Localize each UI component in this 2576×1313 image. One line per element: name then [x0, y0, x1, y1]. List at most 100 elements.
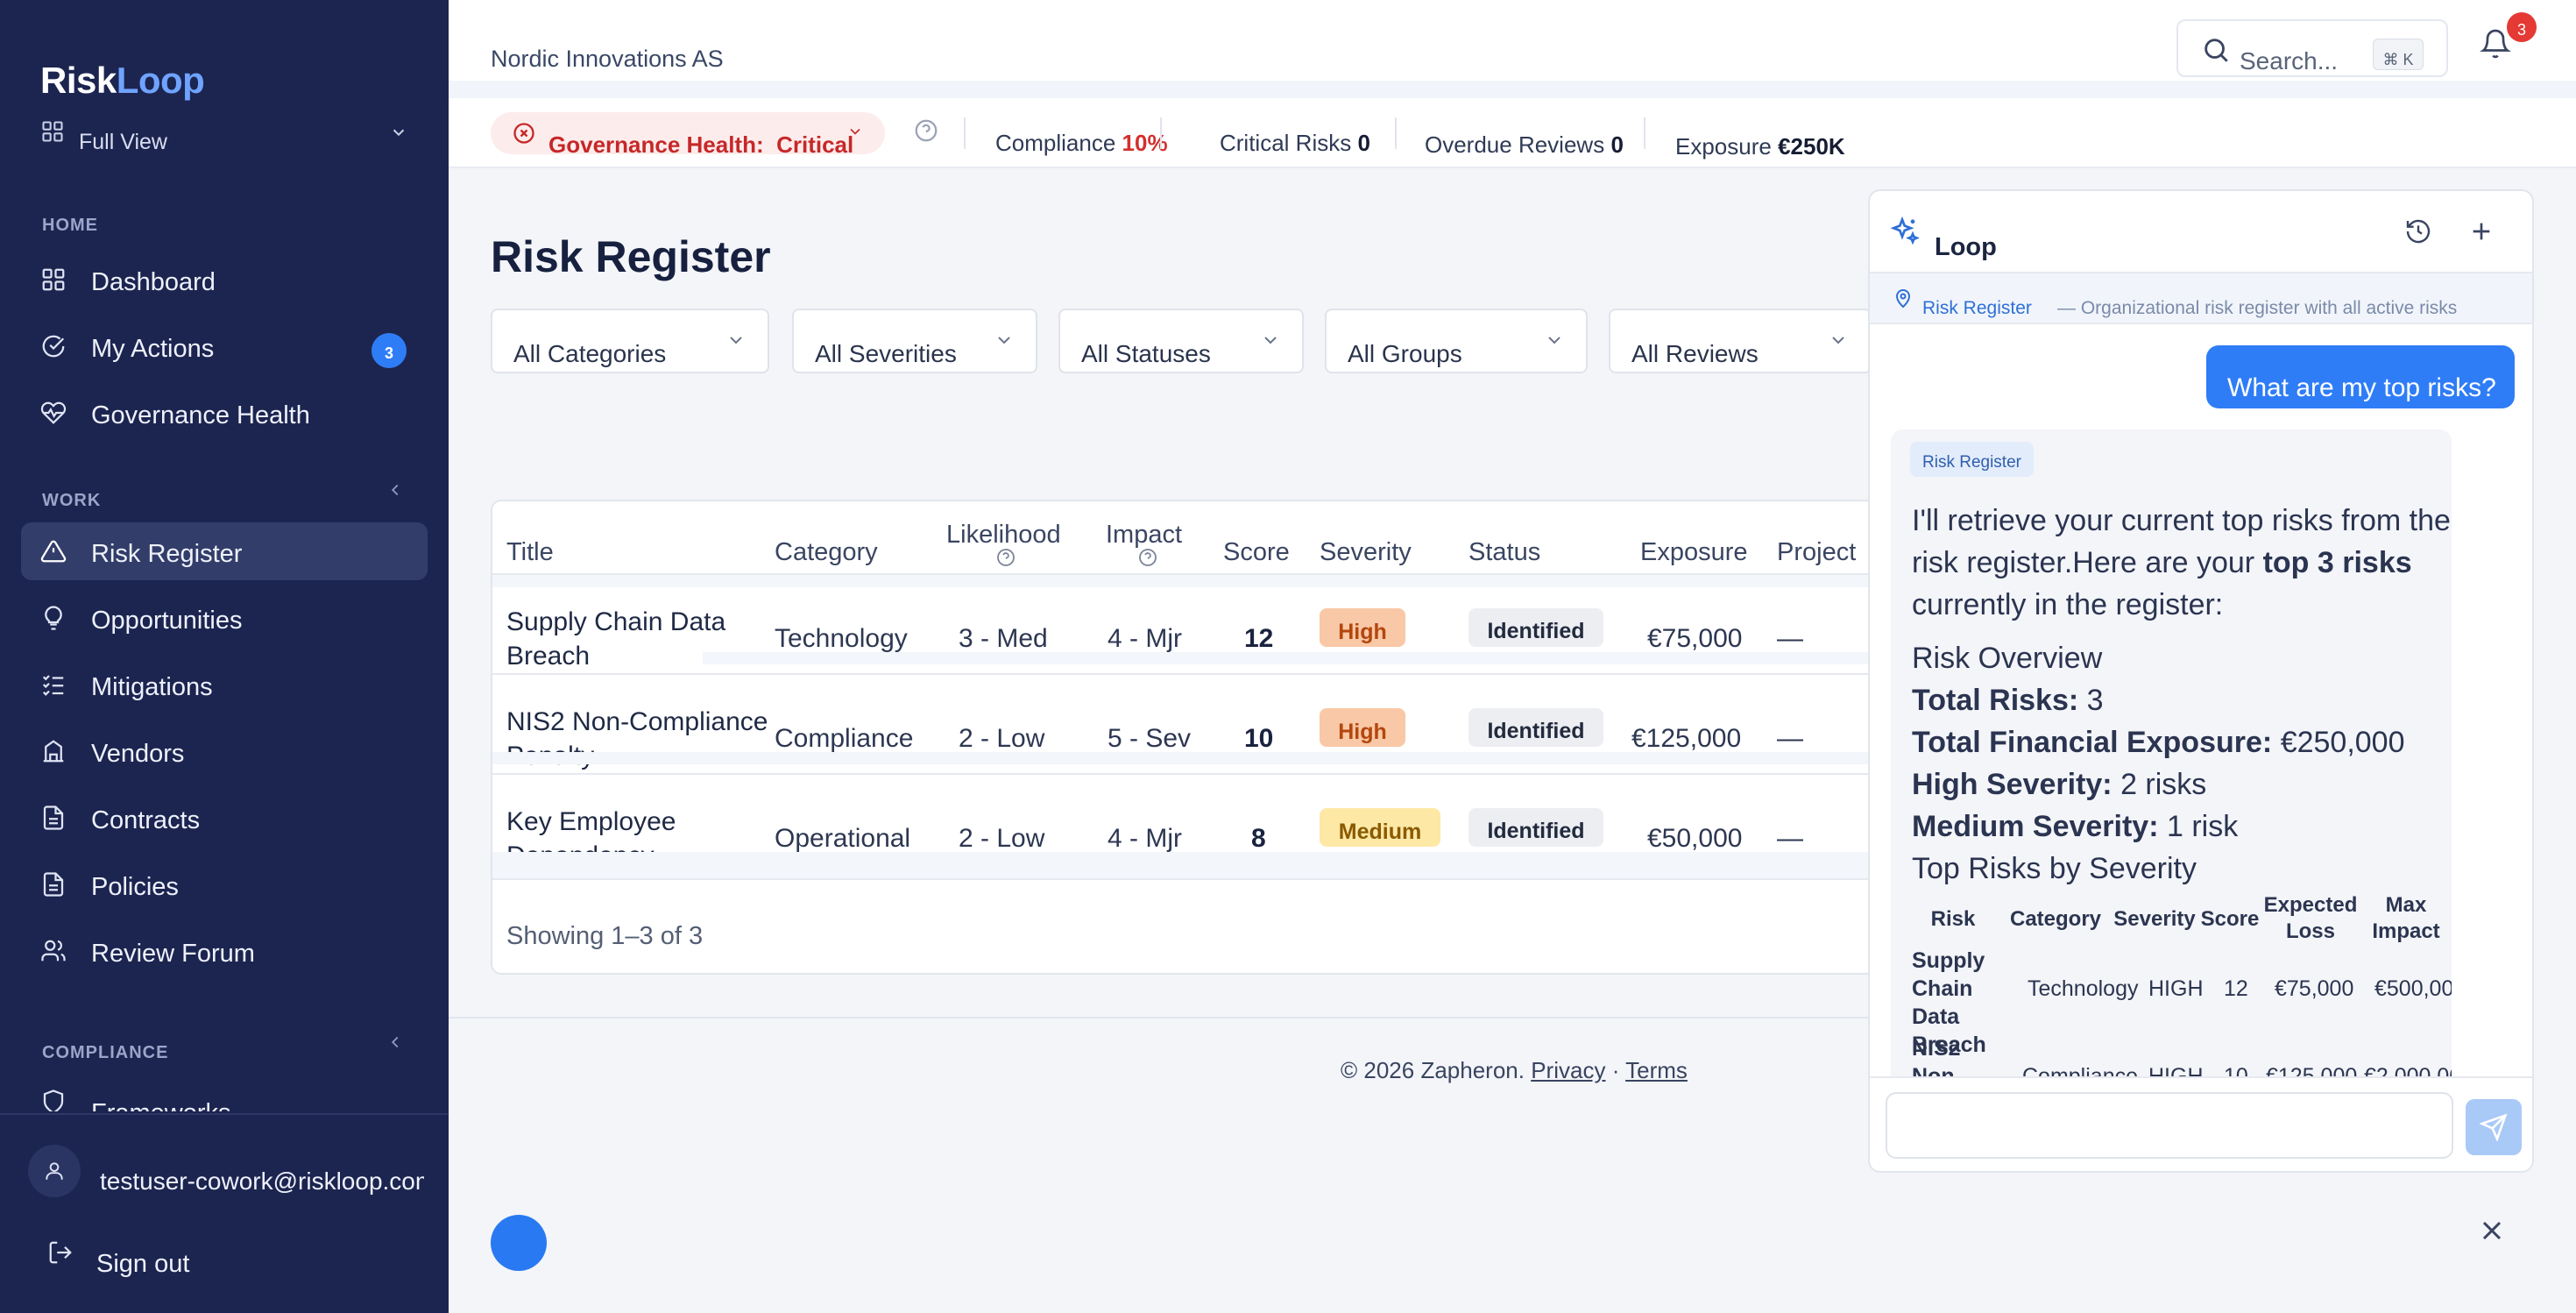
- history-icon[interactable]: [2404, 217, 2432, 245]
- severity-badge: High: [1320, 608, 1405, 647]
- stat-value: 3: [2086, 684, 2104, 717]
- sidebar-item-contracts[interactable]: Contracts: [21, 789, 428, 847]
- metric-critical-risks: Critical Risks 0: [1220, 130, 1370, 157]
- risk-impact: 5 - Sev: [1108, 724, 1192, 753]
- sidebar-item-label: Policies: [91, 873, 179, 901]
- user-profile[interactable]: testuser-cowork@riskloop.com: [28, 1145, 431, 1201]
- filter-label: All Severities: [815, 340, 957, 367]
- sidebar-item-vendors[interactable]: Vendors: [21, 722, 428, 780]
- sidebar-item-risk-register[interactable]: Risk Register: [21, 522, 428, 580]
- copyright: © 2026 Zapheron.: [1341, 1057, 1525, 1083]
- governance-status-bar: Governance Health: Critical Compliance 1…: [449, 98, 2576, 168]
- column-header-category[interactable]: Category: [775, 538, 878, 567]
- column-header-impact[interactable]: Impact: [1106, 521, 1182, 550]
- check-circle-icon: [40, 333, 67, 359]
- loop-assistant-button[interactable]: [491, 1215, 547, 1271]
- stat-label: Total Risks:: [1912, 684, 2079, 717]
- logo-risk: Risk: [40, 60, 117, 101]
- sidebar-item-label: Dashboard: [91, 268, 216, 296]
- risk-exposure: €50,000: [1647, 824, 1743, 853]
- sidebar-item-dashboard[interactable]: Dashboard: [21, 251, 428, 309]
- sidebar-item-label: Risk Register: [91, 540, 243, 568]
- sidebar-item-review-forum[interactable]: Review Forum: [21, 922, 428, 980]
- collapse-work-chevron-icon[interactable]: [386, 480, 405, 500]
- column-header-score[interactable]: Score: [1223, 538, 1290, 567]
- shield-icon: [40, 1089, 67, 1111]
- filter-reviews[interactable]: All Reviews: [1609, 309, 1872, 373]
- column-header-exposure[interactable]: Exposure: [1640, 538, 1748, 567]
- sidebar-item-mitigations[interactable]: Mitigations: [21, 656, 428, 713]
- app-logo[interactable]: RiskLoop: [40, 60, 205, 102]
- view-selector[interactable]: Full View: [40, 119, 408, 151]
- search-box[interactable]: Search... ⌘ K: [2176, 19, 2448, 77]
- filter-groups[interactable]: All Groups: [1325, 309, 1588, 373]
- user-message-text: What are my top risks?: [2227, 373, 2496, 402]
- help-circle-icon[interactable]: [995, 547, 1016, 568]
- organization-name[interactable]: Nordic Innovations AS: [491, 46, 724, 74]
- sidebar-item-label: Contracts: [91, 806, 201, 834]
- metric-value: €250K: [1778, 133, 1845, 160]
- view-selector-label: Full View: [79, 130, 167, 151]
- column-header-severity[interactable]: Severity: [1320, 538, 1412, 567]
- collapse-compliance-chevron-icon[interactable]: [386, 1033, 405, 1052]
- user-icon: [46, 1162, 63, 1180]
- risk-score: 10: [1244, 724, 1274, 753]
- overview-heading: Risk Overview: [1912, 642, 2103, 675]
- row-band: [492, 752, 1873, 764]
- sparkles-icon: [1889, 216, 1921, 247]
- close-icon[interactable]: [2476, 1215, 2508, 1246]
- metric-label: Compliance: [995, 130, 1116, 156]
- footer-separator: ·: [1611, 1057, 1620, 1083]
- chat-composer: [1870, 1076, 2532, 1171]
- column-header-title[interactable]: Title: [506, 538, 554, 567]
- column-header-likelihood[interactable]: Likelihood: [946, 521, 1061, 550]
- terms-link[interactable]: Terms: [1625, 1057, 1688, 1083]
- status-badge: Identified: [1468, 708, 1603, 747]
- metric-compliance: Compliance 10%: [995, 130, 1168, 157]
- footer-divider: [449, 1017, 1868, 1018]
- filter-severities[interactable]: All Severities: [792, 309, 1037, 373]
- governance-health-value: Critical: [776, 131, 854, 154]
- stat-total-exposure: Total Financial Exposure: €250,000: [1912, 726, 2405, 760]
- filter-categories[interactable]: All Categories: [491, 309, 769, 373]
- footer: © 2026 Zapheron. Privacy · Terms: [1341, 1057, 1688, 1084]
- chat-risk-score: 12: [2224, 976, 2248, 1001]
- column-header-status[interactable]: Status: [1468, 538, 1540, 567]
- chat-input[interactable]: [1886, 1092, 2453, 1159]
- chat-table-header: Risk: [1930, 907, 1976, 931]
- chat-context-bar: Risk Register — Organizational risk regi…: [1870, 272, 2532, 324]
- chevron-down-icon: [725, 330, 747, 351]
- chevron-down-icon: [1828, 330, 1849, 351]
- chat-risk-severity: HIGH: [2148, 976, 2204, 1001]
- risk-likelihood: 2 - Low: [959, 824, 1045, 853]
- send-icon: [2480, 1113, 2508, 1141]
- section-compliance: COMPLIANCE: [42, 1043, 169, 1062]
- notification-badge: 3: [2507, 12, 2537, 42]
- sidebar-item-frameworks[interactable]: Frameworks: [21, 1080, 428, 1111]
- bell-icon[interactable]: [2480, 28, 2511, 60]
- help-circle-icon[interactable]: [913, 117, 939, 144]
- sidebar-item-opportunities[interactable]: Opportunities: [21, 589, 428, 647]
- row-divider: [492, 773, 1873, 775]
- risk-exposure: €125,000: [1631, 724, 1742, 753]
- user-email: testuser-cowork@riskloop.com: [100, 1168, 424, 1195]
- filter-label: All Reviews: [1631, 340, 1759, 367]
- severity-badge: Medium: [1320, 808, 1440, 847]
- new-chat-plus-icon[interactable]: [2467, 217, 2495, 245]
- chat-table-header: Expected Loss: [2263, 893, 2358, 943]
- chevron-down-icon: [994, 330, 1015, 351]
- governance-health-pill[interactable]: Governance Health: Critical: [491, 112, 885, 154]
- send-button[interactable]: [2466, 1099, 2522, 1155]
- sidebar-item-governance-health[interactable]: Governance Health: [21, 384, 428, 442]
- signout-button[interactable]: Sign out: [47, 1236, 310, 1280]
- help-circle-icon[interactable]: [1137, 547, 1158, 568]
- filter-statuses[interactable]: All Statuses: [1058, 309, 1304, 373]
- chevron-down-icon: [1544, 330, 1565, 351]
- column-header-project[interactable]: Project: [1777, 538, 1856, 567]
- privacy-link[interactable]: Privacy: [1531, 1057, 1605, 1083]
- filter-label: All Groups: [1348, 340, 1462, 367]
- sidebar-item-my-actions[interactable]: My Actions 3: [21, 317, 428, 375]
- sidebar-item-label: Vendors: [91, 740, 185, 768]
- metric-value: 0: [1357, 130, 1370, 156]
- sidebar-item-policies[interactable]: Policies: [21, 855, 428, 913]
